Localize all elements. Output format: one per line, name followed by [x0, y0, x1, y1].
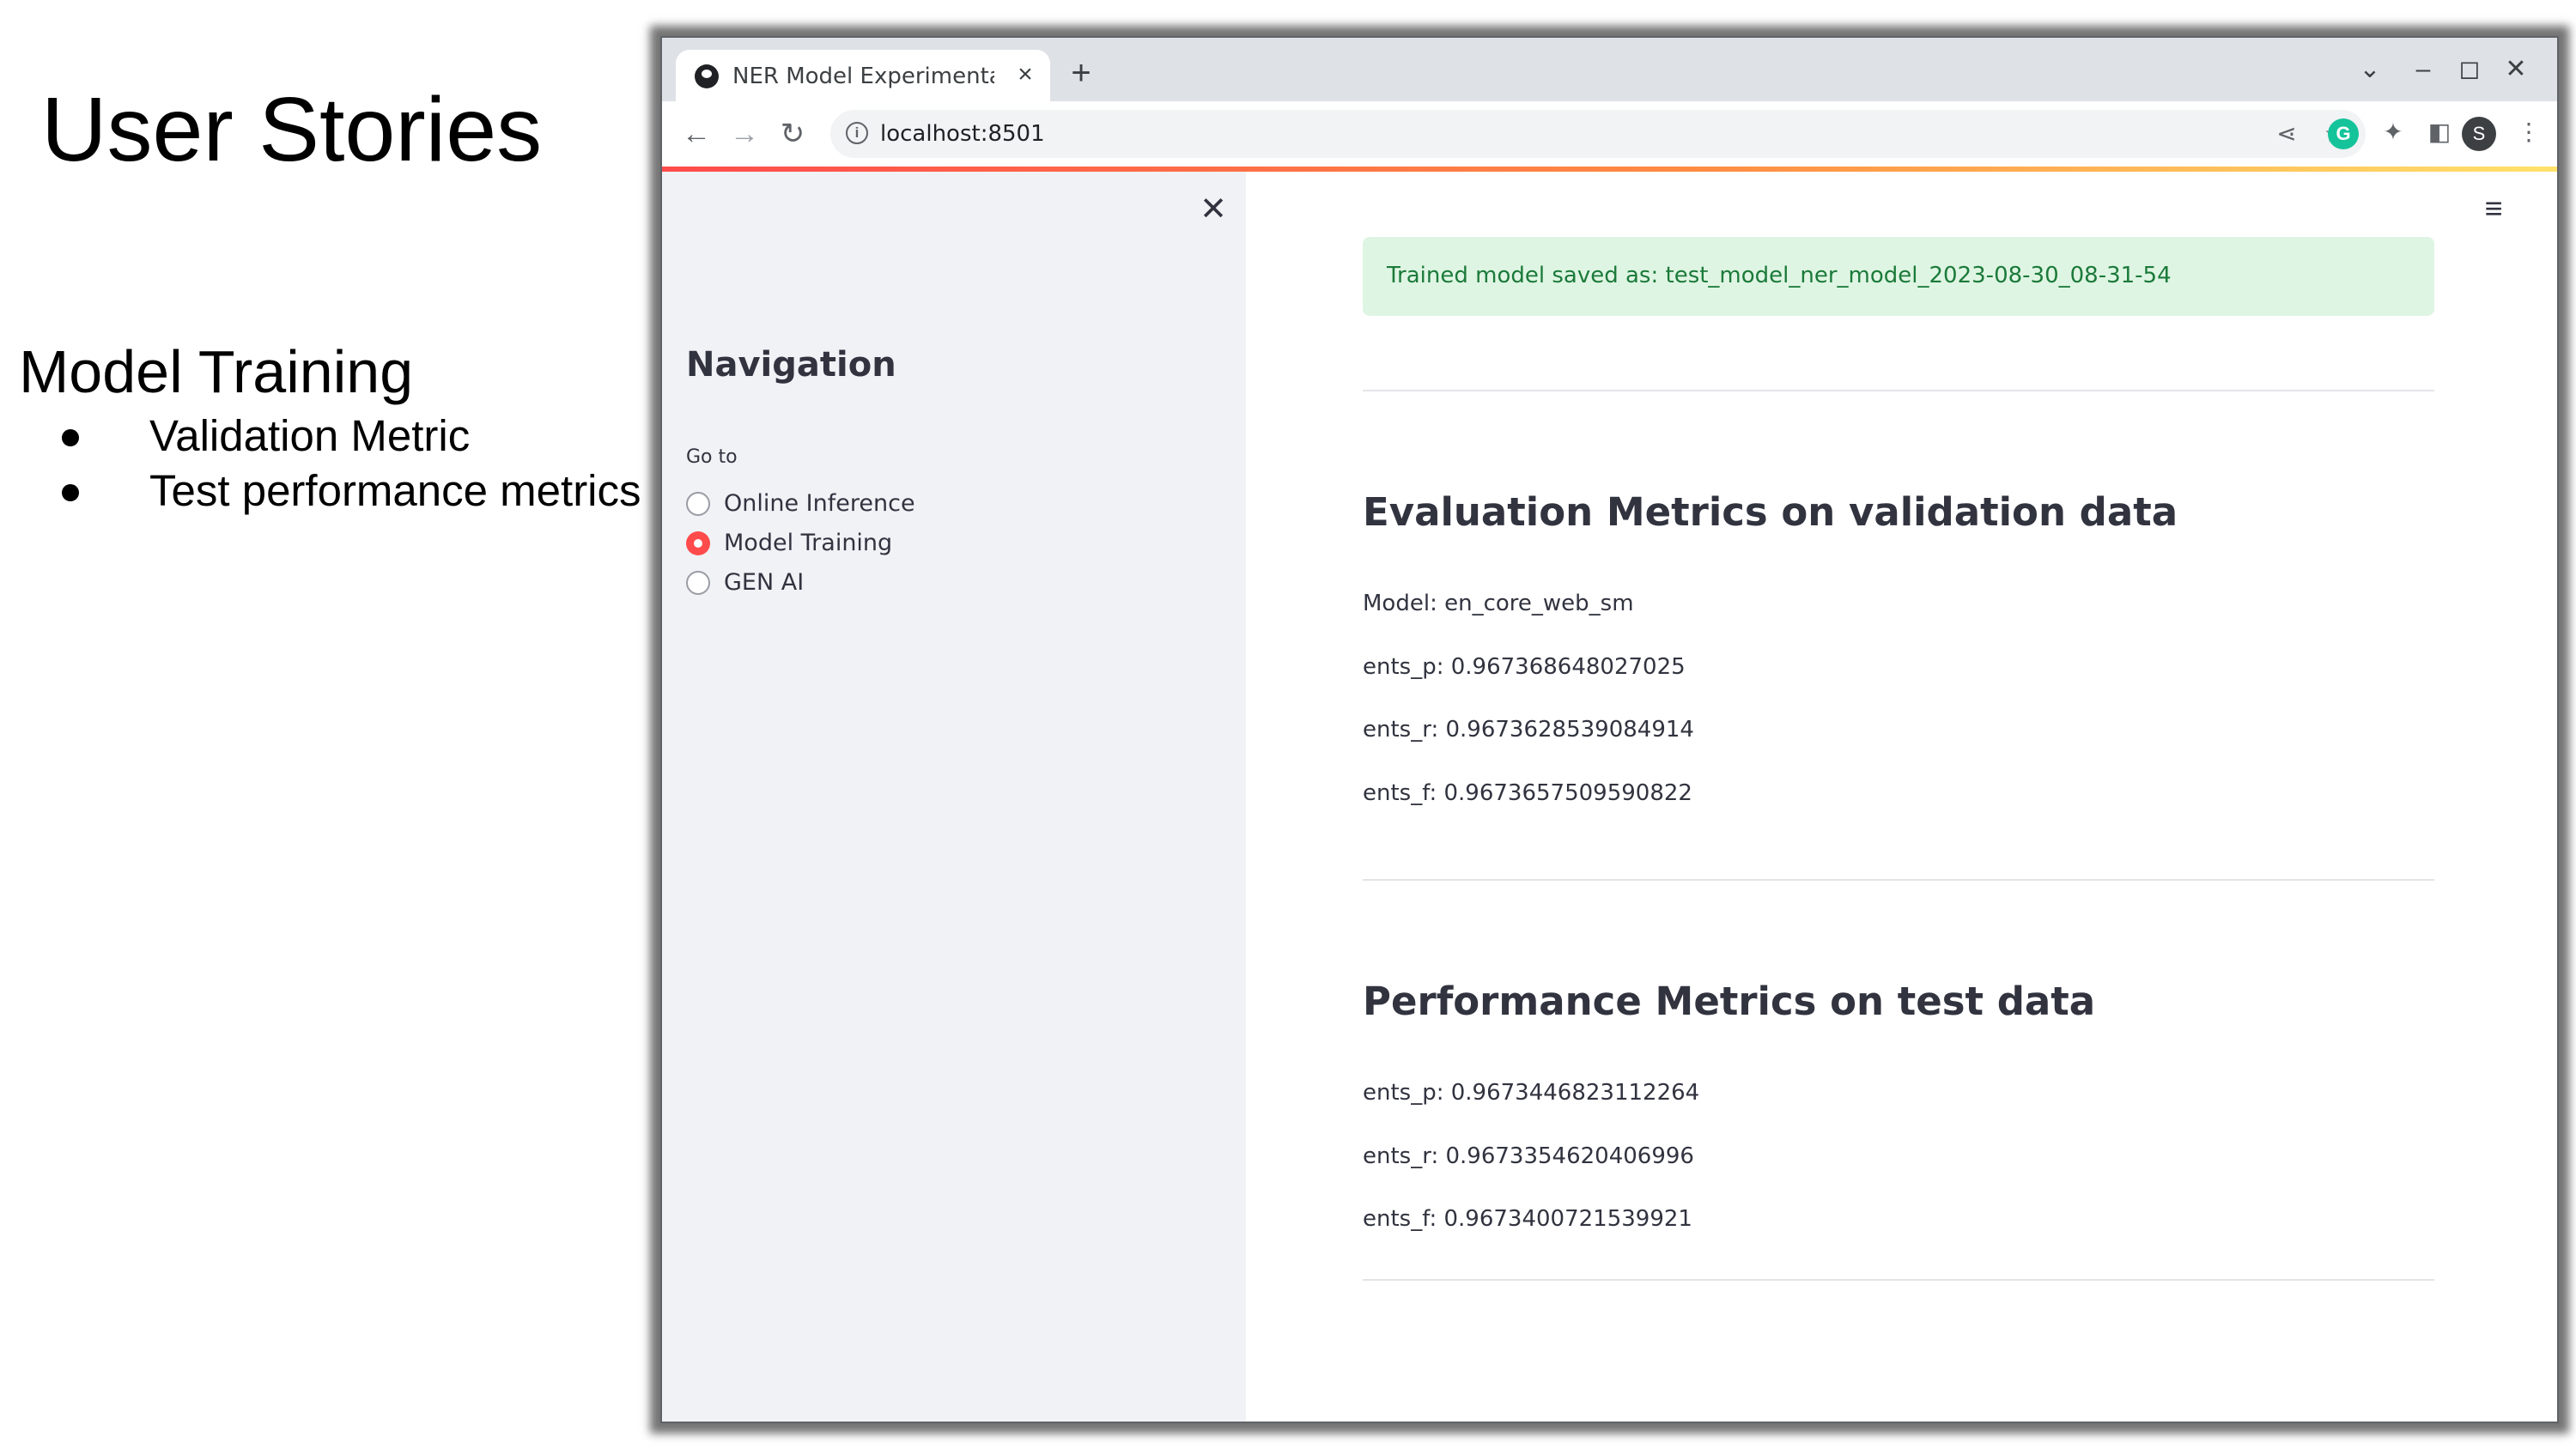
minimize-window-icon[interactable]: –: [2405, 52, 2441, 88]
validation-ents-r: ents_r: 0.9673628539084914: [1363, 717, 1694, 743]
bullet-dot-icon: [62, 484, 79, 501]
slide-subtitle: Model Training: [19, 338, 414, 405]
divider: [1363, 879, 2434, 881]
radio-option-label: GEN AI: [724, 569, 805, 596]
radio-unchecked-icon[interactable]: [686, 571, 710, 595]
radio-option-gen-ai[interactable]: GEN AI: [686, 563, 915, 603]
tab-close-icon[interactable]: ×: [1012, 60, 1038, 89]
slide-bullet-list: Validation Metric Test performance metri…: [55, 409, 641, 518]
success-alert: Trained model saved as: test_model_ner_m…: [1363, 237, 2434, 316]
forward-arrow-icon[interactable]: →: [726, 115, 763, 153]
browser-titlebar: NER Model Experimentat × + ⌄ – ◻ ✕: [662, 38, 2557, 101]
streamlit-favicon-icon: [695, 64, 719, 88]
test-ents-f: ents_f: 0.9673400721539921: [1363, 1206, 1692, 1232]
browser-window: NER Model Experimentat × + ⌄ – ◻ ✕ ← → ↻…: [660, 36, 2559, 1423]
validation-metrics-heading: Evaluation Metrics on validation data: [1363, 489, 2178, 535]
bullet-dot-icon: [62, 429, 79, 446]
browser-menu-kebab-icon[interactable]: ⋮: [2512, 115, 2546, 149]
share-icon[interactable]: ⋖: [2271, 118, 2302, 149]
sidebar-heading: Navigation: [686, 345, 896, 385]
navigation-radio-group: Online Inference Model Training GEN AI: [686, 484, 915, 603]
radio-checked-icon[interactable]: [686, 531, 710, 555]
radio-option-online-inference[interactable]: Online Inference: [686, 484, 915, 524]
validation-ents-p: ents_p: 0.967368648027025: [1363, 654, 1686, 680]
divider: [1363, 1279, 2434, 1281]
new-tab-button[interactable]: +: [1060, 52, 1103, 94]
test-ents-p: ents_p: 0.9673446823112264: [1363, 1080, 1700, 1106]
validation-ents-f: ents_f: 0.9673657509590822: [1363, 780, 1692, 806]
success-alert-text: Trained model saved as: test_model_ner_m…: [1387, 263, 2172, 288]
browser-toolbar: ← → ↻ i localhost:8501 ⋖ ☆ G ✦ ◧ S ⋮: [662, 101, 2557, 167]
url-text[interactable]: localhost:8501: [880, 121, 1045, 147]
radio-group-label: Go to: [686, 446, 738, 468]
radio-option-model-training[interactable]: Model Training: [686, 524, 915, 563]
tab-search-chevron-icon[interactable]: ⌄: [2352, 52, 2388, 88]
radio-option-label: Model Training: [724, 530, 893, 556]
sidebar-close-icon[interactable]: ✕: [1194, 191, 1232, 228]
radio-option-label: Online Inference: [724, 490, 915, 517]
site-info-icon[interactable]: i: [846, 122, 868, 144]
back-arrow-icon[interactable]: ←: [677, 115, 715, 153]
slide-bullet-text: Test performance metrics: [149, 466, 641, 515]
profile-avatar[interactable]: S: [2462, 117, 2496, 151]
validation-model-name: Model: en_core_web_sm: [1363, 591, 1634, 616]
test-ents-r: ents_r: 0.9673354620406996: [1363, 1143, 1694, 1169]
main-content: ≡ Trained model saved as: test_model_ner…: [1246, 172, 2557, 1422]
tab-title: NER Model Experimentat: [732, 64, 994, 89]
side-panel-icon[interactable]: ◧: [2422, 115, 2457, 149]
test-metrics-heading: Performance Metrics on test data: [1363, 979, 2096, 1024]
radio-unchecked-icon[interactable]: [686, 492, 710, 516]
slide-bullet: Test performance metrics: [55, 464, 641, 518]
slide-bullet-text: Validation Metric: [149, 411, 471, 460]
close-window-icon[interactable]: ✕: [2498, 52, 2534, 88]
sidebar: ✕ Navigation Go to Online Inference Mode…: [662, 172, 1246, 1422]
slide-title: User Stories: [41, 79, 543, 180]
app-menu-hamburger-icon[interactable]: ≡: [2474, 189, 2513, 228]
maximize-window-icon[interactable]: ◻: [2451, 52, 2488, 88]
browser-tab[interactable]: NER Model Experimentat ×: [676, 50, 1050, 101]
address-bar[interactable]: i localhost:8501 ⋖ ☆: [830, 110, 2366, 158]
slide-bullet: Validation Metric: [55, 409, 641, 464]
divider: [1363, 390, 2434, 391]
reload-icon[interactable]: ↻: [774, 115, 811, 153]
grammarly-extension-icon[interactable]: G: [2328, 118, 2359, 149]
extensions-puzzle-icon[interactable]: ✦: [2376, 115, 2410, 149]
